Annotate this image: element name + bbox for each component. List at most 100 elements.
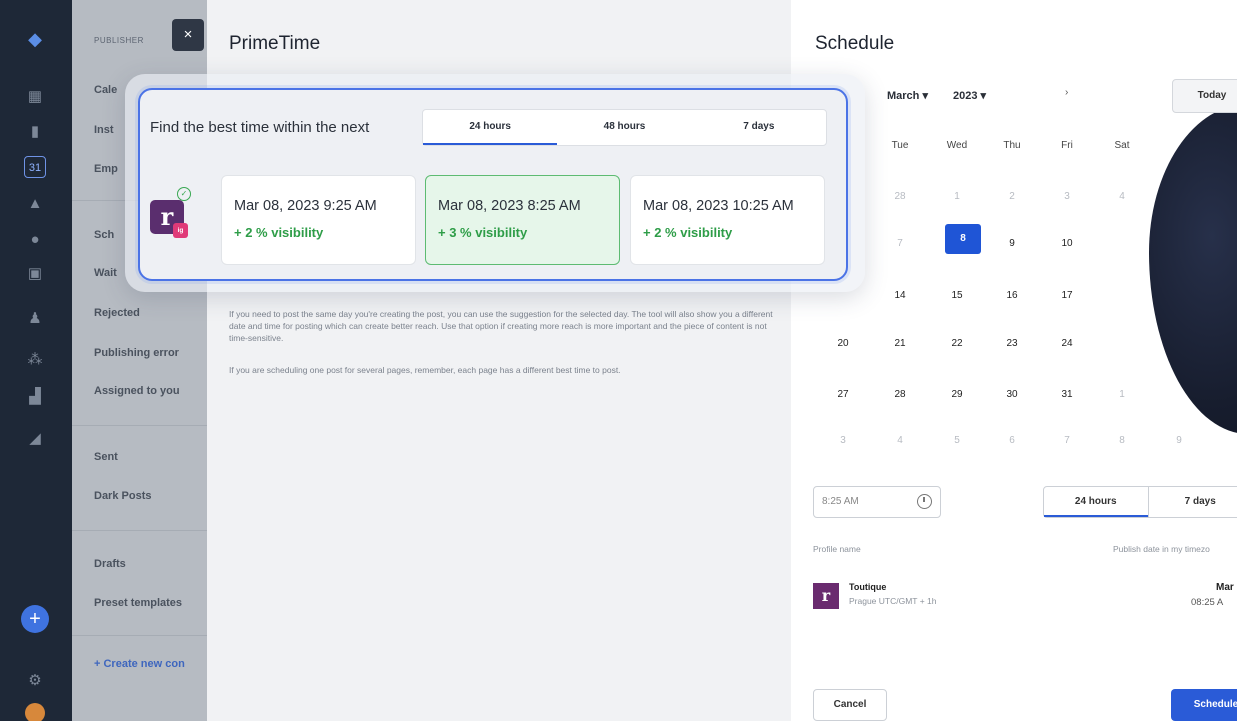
listening-icon[interactable]: ● bbox=[24, 229, 46, 251]
calendar-day[interactable]: 9 bbox=[994, 229, 1030, 259]
dashboard-icon[interactable]: ▦ bbox=[24, 86, 46, 108]
slot-date: Mar 08, 2023 9:25 AM bbox=[234, 198, 377, 214]
primetime-help-text: If you need to post the same day you're … bbox=[229, 309, 773, 343]
close-button[interactable]: × bbox=[172, 19, 204, 51]
calendar-day[interactable]: 6 bbox=[994, 426, 1030, 456]
sidebar-divider bbox=[72, 635, 207, 636]
calendar-day[interactable]: 2 bbox=[994, 182, 1030, 212]
calendar-day[interactable]: 29 bbox=[939, 380, 975, 410]
time-slot[interactable]: Mar 08, 2023 9:25 AM + 2 % visibility bbox=[221, 175, 416, 265]
publish-date: Mar bbox=[1216, 582, 1234, 593]
create-new-button[interactable]: + Create new con bbox=[94, 658, 185, 670]
network-icon[interactable]: ⁂ bbox=[24, 349, 46, 371]
sidebar-item-assigned[interactable]: Assigned to you bbox=[94, 385, 180, 397]
time-slot[interactable]: Mar 08, 2023 10:25 AM + 2 % visibility bbox=[630, 175, 825, 265]
calendar-day[interactable]: 28 bbox=[882, 182, 918, 212]
calendar-day[interactable]: 5 bbox=[939, 426, 975, 456]
analytics-icon[interactable]: ▮ bbox=[24, 121, 46, 143]
month-select[interactable]: March ▾ bbox=[887, 89, 928, 102]
calendar-day[interactable]: 4 bbox=[882, 426, 918, 456]
reports-icon[interactable]: ▣ bbox=[24, 263, 46, 285]
calendar-day[interactable]: 30 bbox=[994, 380, 1030, 410]
calendar-day[interactable]: 15 bbox=[939, 281, 975, 311]
app-rail: ◆ ▦ ▮ 31 ▲ ● ▣ ♟ ⁂ ▟ ◢ + ⚙ bbox=[0, 0, 72, 721]
calendar-day[interactable]: 3 bbox=[1049, 182, 1085, 212]
influencer-icon[interactable]: ♟ bbox=[24, 308, 46, 330]
sidebar-item-calendar[interactable]: Cale bbox=[94, 84, 117, 96]
year-select[interactable]: 2023 ▾ bbox=[953, 89, 986, 102]
weekday-label: Wed bbox=[946, 140, 968, 151]
calendar-day[interactable]: 4 bbox=[1104, 182, 1140, 212]
calendar-day[interactable]: 27 bbox=[825, 380, 861, 410]
weekday-label: Sat bbox=[1114, 140, 1130, 151]
slot-date: Mar 08, 2023 10:25 AM bbox=[643, 198, 794, 214]
sidebar-item-drafts[interactable]: Drafts bbox=[94, 558, 126, 570]
calendar-day[interactable]: 28 bbox=[882, 380, 918, 410]
sidebar-item-rejected[interactable]: Rejected bbox=[94, 307, 140, 319]
calendar-day[interactable]: 14 bbox=[882, 281, 918, 311]
sidebar-item-dark-posts[interactable]: Dark Posts bbox=[94, 490, 151, 502]
calendar-day[interactable]: 8 bbox=[1104, 426, 1140, 456]
range-tab-24h[interactable]: 24 hours bbox=[1044, 487, 1148, 517]
calendar-day[interactable]: 23 bbox=[994, 329, 1030, 359]
publisher-icon[interactable]: 31 bbox=[24, 156, 46, 178]
calendar-day[interactable]: 31 bbox=[1049, 380, 1085, 410]
best-time-card: Find the best time within the next 24 ho… bbox=[138, 88, 848, 281]
calendar-day[interactable]: 9 bbox=[1161, 426, 1197, 456]
tab-48-hours[interactable]: 48 hours bbox=[557, 110, 691, 145]
calendar-day[interactable]: 7 bbox=[882, 229, 918, 259]
range-tab-7d[interactable]: 7 days bbox=[1149, 487, 1237, 517]
schedule-button[interactable]: Schedule bbox=[1171, 689, 1237, 721]
next-month-icon[interactable]: › bbox=[1065, 87, 1068, 98]
settings-icon[interactable]: ⚙ bbox=[24, 670, 46, 692]
time-value: 8:25 AM bbox=[822, 496, 859, 507]
clock-icon bbox=[917, 494, 932, 509]
calendar-day[interactable]: 10 bbox=[1049, 229, 1085, 259]
weekday-label: Thu bbox=[1003, 140, 1021, 151]
ads-icon[interactable]: ▟ bbox=[24, 386, 46, 408]
calendar-day[interactable]: 24 bbox=[1049, 329, 1085, 359]
sidebar-item-scheduled[interactable]: Sch bbox=[94, 229, 114, 241]
calendar-day[interactable]: 22 bbox=[939, 329, 975, 359]
sidebar-item-publishing-error[interactable]: Publishing error bbox=[94, 347, 179, 359]
calendar-day[interactable]: 3 bbox=[825, 426, 861, 456]
calendar-day[interactable]: 17 bbox=[1049, 281, 1085, 311]
profile-avatar: r bbox=[813, 583, 839, 609]
time-input[interactable]: 8:25 AM bbox=[813, 486, 941, 518]
instagram-icon: ig bbox=[173, 223, 188, 238]
today-button[interactable]: Today bbox=[1172, 79, 1237, 113]
slot-date: Mar 08, 2023 8:25 AM bbox=[438, 198, 581, 214]
calendar-day[interactable]: 1 bbox=[1104, 380, 1140, 410]
calendar-day[interactable]: 21 bbox=[882, 329, 918, 359]
add-icon[interactable]: + bbox=[21, 605, 49, 633]
sidebar-item-employee[interactable]: Emp bbox=[94, 163, 118, 175]
profile-timezone: Prague UTC/GMT + 1h bbox=[849, 596, 937, 606]
community-icon[interactable]: ▲ bbox=[24, 193, 46, 215]
best-time-label: Find the best time within the next bbox=[150, 119, 370, 136]
calendar-day-selected[interactable]: 8 bbox=[945, 224, 981, 254]
column-header-profile: Profile name bbox=[813, 544, 861, 554]
cancel-button[interactable]: Cancel bbox=[813, 689, 887, 721]
weekday-label: Fri bbox=[1061, 140, 1073, 151]
tab-7-days[interactable]: 7 days bbox=[692, 110, 826, 145]
sidebar-item-preset-templates[interactable]: Preset templates bbox=[94, 597, 182, 609]
sidebar-divider bbox=[72, 530, 207, 531]
slot-visibility: + 2 % visibility bbox=[643, 225, 733, 240]
logo-icon: ◆ bbox=[28, 29, 42, 49]
best-time-tabs: 24 hours 48 hours 7 days bbox=[422, 109, 827, 146]
calendar-day[interactable]: 16 bbox=[994, 281, 1030, 311]
chart-icon[interactable]: ◢ bbox=[24, 428, 46, 450]
sidebar-item-instagram[interactable]: Inst bbox=[94, 124, 114, 136]
sidebar-item-sent[interactable]: Sent bbox=[94, 451, 118, 463]
calendar-day[interactable]: 1 bbox=[939, 182, 975, 212]
sidebar-item-waiting[interactable]: Wait bbox=[94, 267, 117, 279]
time-slot-best[interactable]: Mar 08, 2023 8:25 AM + 3 % visibility bbox=[425, 175, 620, 265]
user-avatar[interactable] bbox=[25, 703, 45, 721]
slot-visibility: + 3 % visibility bbox=[438, 225, 528, 240]
calendar-day[interactable]: 20 bbox=[825, 329, 861, 359]
slot-visibility: + 2 % visibility bbox=[234, 225, 324, 240]
publish-time: 08:25 A bbox=[1191, 597, 1224, 608]
check-icon: ✓ bbox=[177, 187, 191, 201]
calendar-day[interactable]: 7 bbox=[1049, 426, 1085, 456]
tab-24-hours[interactable]: 24 hours bbox=[423, 110, 558, 145]
